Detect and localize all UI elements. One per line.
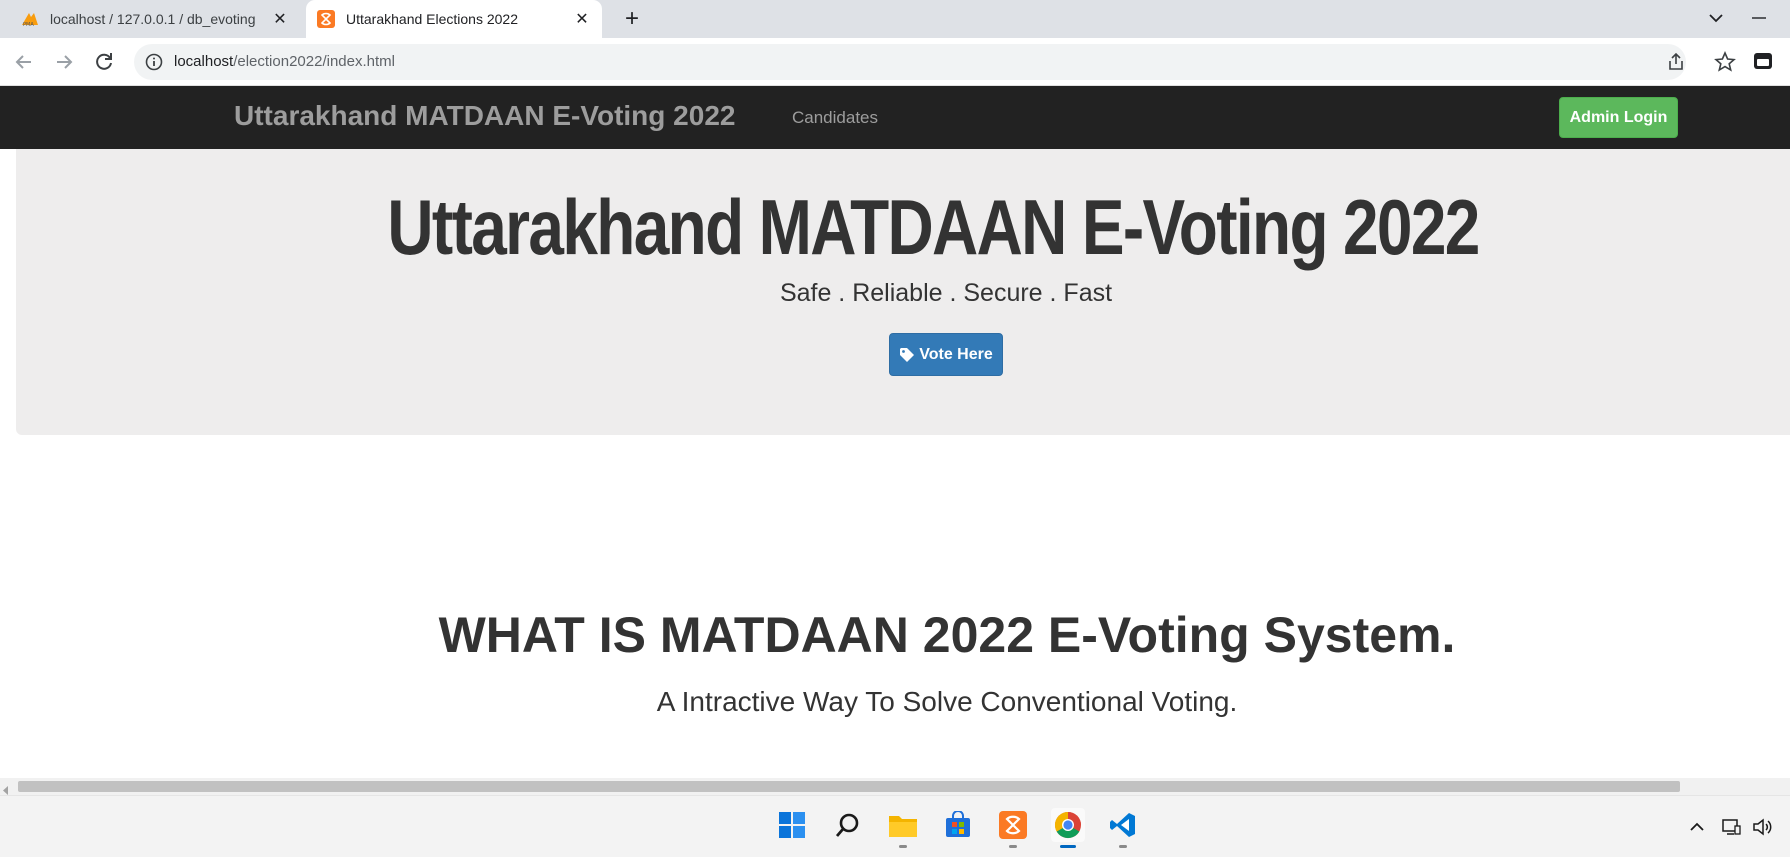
url-host: localhost [174, 53, 234, 70]
forward-icon[interactable] [52, 50, 76, 74]
browser-toolbar: localhost/election2022/index.html [0, 38, 1790, 86]
horizontal-scrollbar[interactable] [0, 778, 1790, 795]
network-icon[interactable] [1720, 816, 1742, 838]
scrollbar-thumb[interactable] [18, 781, 1680, 792]
about-subtitle: A Intractive Way To Solve Conventional V… [656, 686, 1238, 717]
nav-link-candidates[interactable]: Candidates [792, 108, 878, 128]
close-icon[interactable]: ✕ [270, 9, 290, 29]
close-icon[interactable]: ✕ [572, 9, 592, 29]
share-icon[interactable] [1666, 52, 1686, 72]
hero-tagline: Safe . Reliable . Secure . Fast [779, 279, 1113, 307]
running-indicator [1119, 845, 1127, 848]
svg-text:PMA: PMA [23, 22, 34, 27]
about-title: WHAT IS MATDAAN 2022 E-Voting System. [438, 607, 1456, 663]
vote-here-button[interactable]: Vote Here [889, 333, 1003, 376]
tab-search-icon[interactable] [1704, 6, 1728, 30]
active-indicator [1060, 845, 1076, 848]
running-indicator [1009, 845, 1017, 848]
url-text: localhost/election2022/index.html [174, 53, 395, 70]
back-icon[interactable] [12, 50, 36, 74]
vote-here-label: Vote Here [919, 345, 993, 363]
reload-icon[interactable] [92, 50, 116, 74]
site-info-icon[interactable] [145, 53, 163, 71]
phpmyadmin-icon: PMA [20, 9, 40, 29]
microsoft-store-icon[interactable] [941, 808, 975, 842]
hero-title: Uttarakhand MATDAAN E-Voting 2022 [387, 183, 1480, 271]
chrome-icon[interactable] [1051, 808, 1085, 848]
running-indicator [899, 845, 907, 848]
vscode-icon[interactable] [1106, 808, 1140, 848]
chevron-up-icon[interactable] [1686, 816, 1708, 838]
search-icon[interactable] [831, 808, 865, 842]
bookmark-star-icon[interactable] [1714, 50, 1736, 73]
url-path: /election2022/index.html [233, 53, 395, 70]
windows-taskbar [0, 795, 1790, 857]
volume-icon[interactable] [1751, 816, 1773, 838]
tab-title: localhost / 127.0.0.1 / db_evoting [50, 11, 256, 27]
xampp-icon[interactable] [996, 808, 1030, 848]
new-tab-button[interactable]: + [618, 6, 646, 34]
tag-icon [899, 347, 915, 363]
minimize-icon[interactable] [1748, 8, 1770, 28]
file-explorer-icon[interactable] [886, 808, 920, 848]
xampp-icon [316, 9, 336, 29]
scroll-left-icon[interactable] [2, 782, 10, 795]
web-page: Uttarakhand MATDAAN E-Voting 2022 Candid… [0, 86, 1790, 778]
tab-title: Uttarakhand Elections 2022 [346, 11, 518, 27]
address-bar[interactable]: localhost/election2022/index.html [134, 44, 1736, 80]
navbar-brand[interactable]: Uttarakhand MATDAAN E-Voting 2022 [234, 100, 735, 132]
admin-login-button[interactable]: Admin Login [1559, 97, 1678, 138]
windows-start-icon[interactable] [775, 808, 809, 842]
browser-tab-bar: PMA localhost / 127.0.0.1 / db_evoting ✕… [0, 0, 1790, 38]
extension-icon[interactable] [1752, 50, 1774, 72]
browser-tab-uttarakhand-elections[interactable]: Uttarakhand Elections 2022 ✕ [306, 0, 602, 38]
site-navbar: Uttarakhand MATDAAN E-Voting 2022 Candid… [0, 86, 1790, 149]
browser-tab-phpmyadmin[interactable]: PMA localhost / 127.0.0.1 / db_evoting ✕ [10, 0, 300, 38]
